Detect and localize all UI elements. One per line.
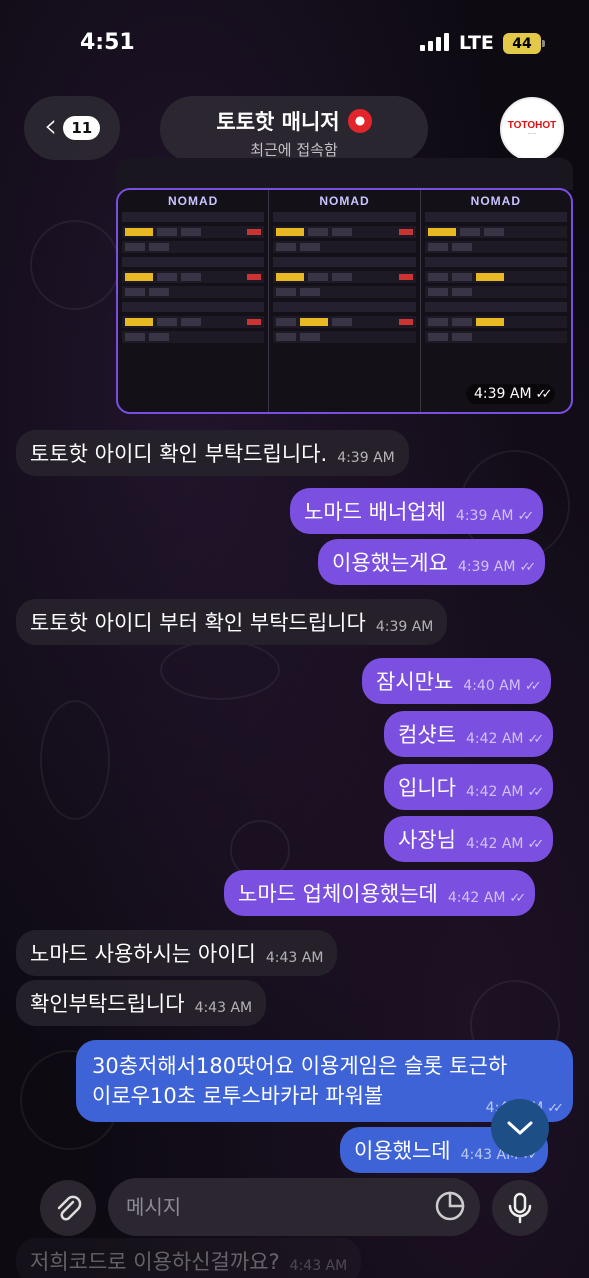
screenshot-logo: NOMAD	[470, 194, 521, 208]
message-bubble[interactable]: 토토핫 아이디 부터 확인 부탁드립니다 4:39 AM	[16, 599, 448, 645]
microphone-button[interactable]	[492, 1180, 548, 1236]
double-check-icon: ✓✓	[519, 560, 536, 575]
message-text: 이용했느데	[354, 1139, 451, 1163]
message-text: 입니다	[398, 776, 456, 800]
message-text: 잠시만뇨	[376, 670, 454, 694]
double-check-icon: ✓✓	[547, 1101, 564, 1116]
microphone-icon	[508, 1192, 532, 1224]
message-text: 30충저해서180땃어요 이용게임은 슬롯 토근하	[92, 1054, 508, 1078]
double-check-icon: ✓✓	[527, 785, 545, 800]
chevron-down-icon	[507, 1121, 533, 1135]
message-bubble[interactable]: 컴샷트 4:42 AM ✓✓	[384, 711, 554, 757]
message-time: 4:42 AM	[447, 890, 506, 906]
message-time: 4:43 AM	[194, 1000, 253, 1016]
double-check-icon: ✓✓	[517, 509, 534, 524]
screenshot-logo: NOMAD	[168, 194, 219, 208]
avatar-subtext: ·····	[527, 131, 537, 138]
double-check-icon: ✓✓	[524, 679, 542, 694]
double-check-icon: ✓✓	[527, 732, 545, 747]
message-text: 사장님	[398, 828, 456, 852]
status-time: 4:51	[80, 30, 135, 55]
last-seen-status: 최근에 접속함	[250, 141, 338, 159]
message-text-continued: 이로우10초 로투스바카라 파워볼	[92, 1084, 384, 1108]
message-time: 4:43 AM	[265, 950, 324, 966]
message-time: 4:39 AM	[337, 450, 395, 466]
screenshot-logo: NOMAD	[319, 194, 370, 208]
message-time: 4:42 AM	[465, 784, 524, 800]
screenshot-panel: NOMAD	[269, 190, 421, 412]
message-bubble[interactable]: 저희코드로 이용하신걸까요? 4:43 AM	[16, 1238, 362, 1278]
message-bubble[interactable]: 노마드 배너업체 4:39 AM ✓✓	[290, 488, 544, 534]
double-check-icon: ✓✓	[535, 387, 553, 402]
paperclip-icon	[57, 1195, 82, 1221]
battery-icon: 44	[503, 33, 541, 54]
unread-count-badge: 11	[63, 116, 101, 140]
message-bubble[interactable]: 입니다 4:42 AM ✓✓	[384, 764, 554, 810]
message-bubble[interactable]: 잠시만뇨 4:40 AM ✓✓	[362, 658, 551, 704]
back-button[interactable]: ‹ 11	[24, 96, 120, 160]
screenshot-panel: NOMAD	[421, 190, 571, 412]
message-time: 4:43 AM	[289, 1258, 348, 1274]
screenshot-panel: NOMAD	[118, 190, 270, 412]
sticker-button[interactable]	[432, 1188, 468, 1224]
message-time: 4:42 AM	[465, 731, 524, 747]
double-check-icon: ✓✓	[527, 837, 545, 852]
message-text: 토토핫 아이디 부터 확인 부탁드립니다	[30, 611, 366, 635]
chat-title[interactable]: 토토핫 매니저 최근에 접속함	[160, 96, 428, 162]
previous-message-preview	[116, 158, 573, 190]
message-bubble[interactable]: 이용했는게요 4:39 AM ✓✓	[318, 539, 546, 585]
message-bubble[interactable]: 노마드 업체이용했는데 4:42 AM ✓✓	[224, 870, 536, 916]
message-text: 컴샷트	[398, 723, 456, 747]
message-time: 4:39 AM	[375, 619, 434, 635]
message-time: 4:39 AM	[455, 508, 514, 524]
scroll-to-bottom-button[interactable]	[491, 1099, 549, 1157]
avatar-logo: TOTOHOT	[507, 120, 557, 131]
attach-button[interactable]	[40, 1180, 96, 1236]
message-text: 토토핫 아이디 확인 부탁드립니다.	[30, 442, 328, 466]
battery-level: 44	[512, 35, 532, 52]
sticker-icon	[435, 1191, 465, 1221]
message-bubble[interactable]: 노마드 사용하시는 아이디 4:43 AM	[16, 930, 338, 976]
network-label: LTE	[459, 32, 494, 54]
message-text: 노마드 배너업체	[304, 500, 446, 524]
message-text: 저희코드로 이용하신걸까요?	[30, 1250, 280, 1274]
message-text: 노마드 사용하시는 아이디	[30, 942, 256, 966]
message-bubble[interactable]: 사장님 4:42 AM ✓✓	[384, 816, 554, 862]
message-time-text: 4:39 AM	[474, 386, 532, 402]
avatar[interactable]: TOTOHOT ·····	[500, 97, 564, 161]
message-input-container[interactable]	[108, 1178, 480, 1236]
signal-icon	[420, 33, 449, 51]
message-time: 4:42 AM	[465, 836, 524, 852]
message-bubble[interactable]: 토토핫 아이디 확인 부탁드립니다. 4:39 AM	[16, 430, 409, 476]
message-time: 4:40 AM	[463, 678, 521, 694]
status-bar: 4:51 LTE 44	[0, 0, 589, 90]
message-input[interactable]	[126, 1195, 426, 1219]
chat-name: 토토핫 매니저	[216, 110, 340, 134]
double-check-icon: ✓✓	[509, 891, 526, 906]
message-text: 노마드 업체이용했는데	[238, 882, 438, 906]
message-time: 4:39 AM ✓✓	[466, 384, 556, 404]
image-message[interactable]: NOMAD NOMAD NOMAD	[116, 188, 573, 414]
verified-emoji-icon	[347, 109, 372, 133]
message-text: 이용했는게요	[332, 551, 448, 575]
chevron-left-icon: ‹	[43, 106, 58, 146]
message-time: 4:39 AM	[457, 559, 516, 575]
message-bubble[interactable]: 확인부탁드립니다 4:43 AM	[16, 980, 267, 1026]
battery-tip	[542, 40, 545, 47]
message-text: 확인부탁드립니다	[30, 992, 185, 1016]
